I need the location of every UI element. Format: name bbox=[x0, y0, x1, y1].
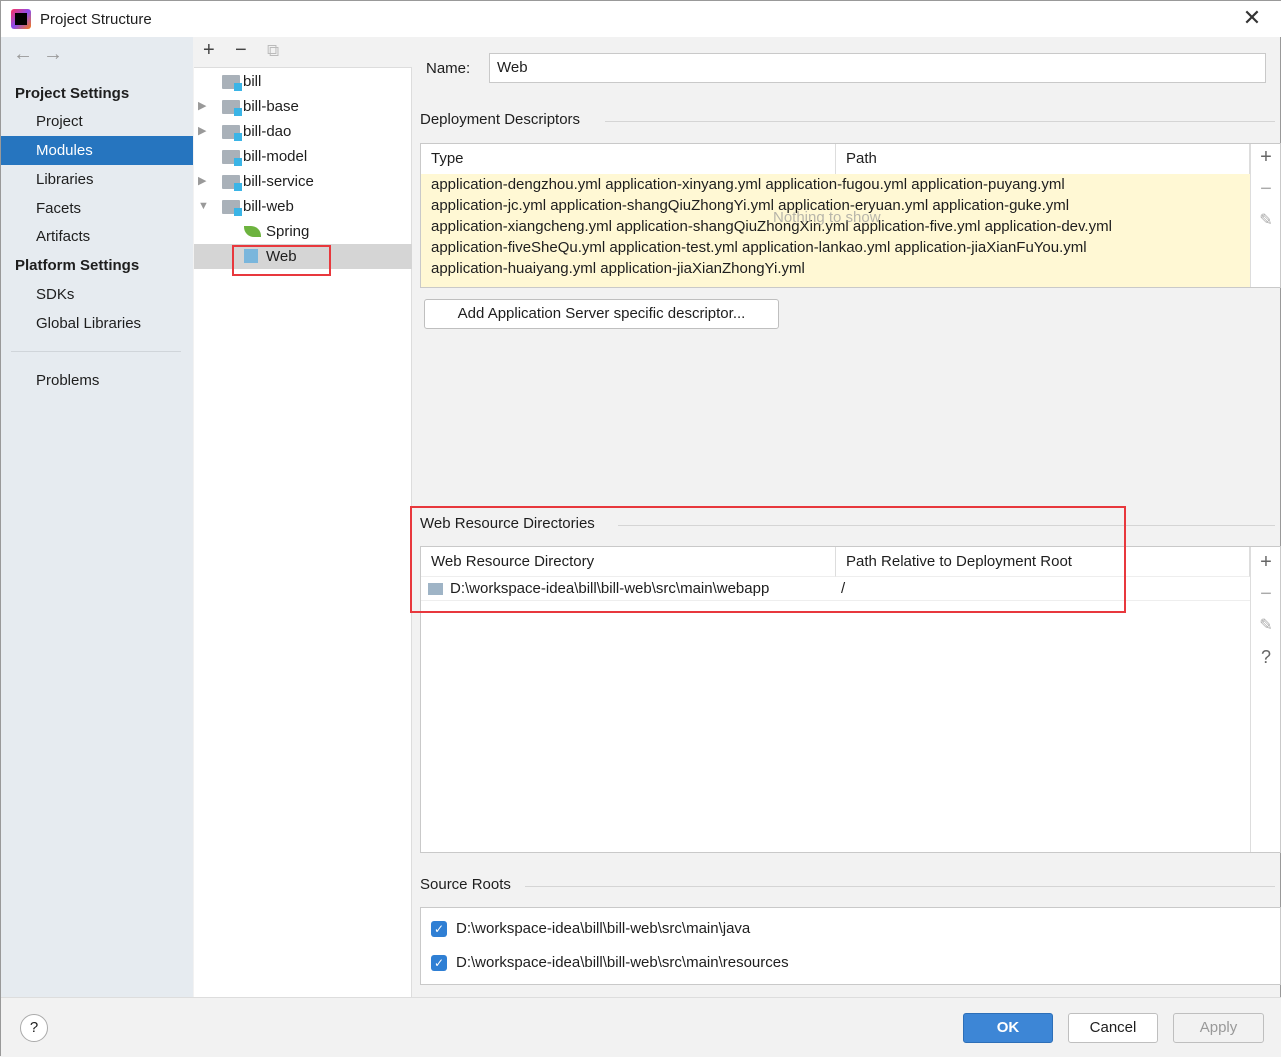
node-label: bill-dao bbox=[243, 123, 292, 140]
sidebar-item-project[interactable]: Project bbox=[1, 107, 193, 136]
sidebar: ← → Project Settings Project Modules Lib… bbox=[1, 37, 193, 997]
node-label: bill bbox=[243, 73, 262, 90]
deployment-descriptors-table[interactable]: Type Path application-dengzhou.yml appli… bbox=[420, 143, 1281, 288]
highlight-box bbox=[410, 506, 1126, 613]
module-folder-icon bbox=[222, 100, 242, 116]
add-icon[interactable]: + bbox=[203, 39, 215, 62]
window-title: Project Structure bbox=[40, 11, 152, 28]
descriptor-line: application-dengzhou.yml application-xin… bbox=[431, 176, 1065, 193]
footer: ? OK Cancel Apply bbox=[1, 997, 1281, 1057]
add-descriptor-icon[interactable]: + bbox=[1251, 146, 1281, 169]
close-icon[interactable]: ✕ bbox=[1241, 7, 1263, 29]
source-roots-title: Source Roots bbox=[420, 876, 511, 893]
descriptor-line: application-fiveSheQu.yml application-te… bbox=[431, 239, 1087, 256]
intellij-logo-icon bbox=[11, 9, 31, 29]
edit-descriptor-icon[interactable]: ✎ bbox=[1251, 210, 1281, 230]
cancel-button[interactable]: Cancel bbox=[1068, 1013, 1158, 1043]
name-label: Name: bbox=[426, 60, 471, 77]
empty-text: Nothing to show bbox=[773, 209, 881, 226]
highlight-box bbox=[232, 245, 331, 276]
remove-directory-icon[interactable]: − bbox=[1251, 583, 1281, 606]
help-icon[interactable]: ? bbox=[1251, 647, 1281, 668]
back-arrow-icon[interactable]: ← bbox=[13, 43, 33, 66]
copy-icon[interactable]: ⧉ bbox=[267, 41, 279, 61]
node-label: bill-model bbox=[243, 148, 308, 165]
module-folder-icon bbox=[222, 150, 242, 166]
module-folder-icon bbox=[222, 125, 242, 141]
tree-toolbar: + − ⧉ bbox=[194, 37, 412, 68]
tree-node-bill-service[interactable]: ▶ bill-service bbox=[194, 169, 412, 194]
module-folder-icon bbox=[222, 175, 242, 191]
sidebar-item-modules[interactable]: Modules bbox=[1, 136, 193, 165]
expand-icon[interactable]: ▶ bbox=[198, 94, 206, 119]
remove-descriptor-icon[interactable]: − bbox=[1251, 178, 1281, 201]
module-folder-icon bbox=[222, 75, 242, 91]
node-label: Spring bbox=[266, 223, 310, 240]
expand-icon[interactable]: ▶ bbox=[198, 119, 206, 144]
facet-settings-panel: Name: Web Deployment Descriptors Type Pa… bbox=[410, 37, 1281, 997]
column-header-path[interactable]: Path bbox=[836, 144, 1250, 174]
add-directory-icon[interactable]: + bbox=[1251, 551, 1281, 574]
sidebar-item-global-libraries[interactable]: Global Libraries bbox=[1, 309, 193, 338]
tree-node-bill-dao[interactable]: ▶ bill-dao bbox=[194, 119, 412, 144]
descriptor-tooltip: application-dengzhou.yml application-xin… bbox=[421, 174, 1250, 287]
tree-node-spring[interactable]: Spring bbox=[194, 219, 412, 244]
sidebar-item-problems[interactable]: Problems bbox=[1, 366, 193, 395]
node-label: bill-web bbox=[243, 198, 294, 215]
tree-node-bill[interactable]: bill bbox=[194, 69, 412, 94]
apply-button[interactable]: Apply bbox=[1173, 1013, 1264, 1043]
descriptor-line: application-huaiyang.yml application-jia… bbox=[431, 260, 805, 277]
expand-icon[interactable]: ▼ bbox=[198, 194, 209, 219]
expand-icon[interactable]: ▶ bbox=[198, 169, 206, 194]
edit-directory-icon[interactable]: ✎ bbox=[1251, 615, 1281, 635]
module-folder-icon bbox=[222, 200, 242, 216]
module-tree: + − ⧉ bill ▶ bill-base ▶ bill-dao bill-mod… bbox=[194, 37, 412, 997]
section-project-settings: Project Settings bbox=[15, 85, 130, 102]
source-root-path: D:\workspace-idea\bill\bill-web\src\main… bbox=[456, 954, 789, 971]
tree-node-bill-web[interactable]: ▼ bill-web bbox=[194, 194, 412, 219]
sidebar-item-artifacts[interactable]: Artifacts bbox=[1, 222, 193, 251]
source-root-checkbox[interactable]: ✓ bbox=[431, 955, 447, 971]
help-button[interactable]: ? bbox=[20, 1014, 48, 1042]
sidebar-item-facets[interactable]: Facets bbox=[1, 194, 193, 223]
deployment-descriptors-title: Deployment Descriptors bbox=[420, 111, 581, 128]
source-root-checkbox[interactable]: ✓ bbox=[431, 921, 447, 937]
source-root-path: D:\workspace-idea\bill\bill-web\src\main… bbox=[456, 920, 751, 937]
divider bbox=[605, 121, 1275, 122]
spring-leaf-icon bbox=[244, 226, 261, 237]
tree-node-bill-model[interactable]: bill-model bbox=[194, 144, 412, 169]
column-header-type[interactable]: Type bbox=[421, 144, 836, 174]
forward-arrow-icon[interactable]: → bbox=[43, 43, 63, 66]
source-roots-list: ✓ D:\workspace-idea\bill\bill-web\src\ma… bbox=[420, 907, 1281, 985]
divider bbox=[11, 351, 181, 352]
node-label: bill-service bbox=[243, 173, 314, 190]
section-platform-settings: Platform Settings bbox=[15, 257, 140, 274]
add-server-descriptor-button[interactable]: Add Application Server specific descript… bbox=[424, 299, 779, 329]
tree-node-bill-base[interactable]: ▶ bill-base bbox=[194, 94, 412, 119]
node-label: bill-base bbox=[243, 98, 299, 115]
sidebar-item-sdks[interactable]: SDKs bbox=[1, 280, 193, 309]
sidebar-item-libraries[interactable]: Libraries bbox=[1, 165, 193, 194]
divider bbox=[525, 886, 1275, 887]
name-input[interactable]: Web bbox=[489, 53, 1266, 83]
remove-icon[interactable]: − bbox=[235, 39, 247, 62]
ok-button[interactable]: OK bbox=[963, 1013, 1053, 1043]
title-bar: Project Structure ✕ bbox=[1, 1, 1281, 37]
